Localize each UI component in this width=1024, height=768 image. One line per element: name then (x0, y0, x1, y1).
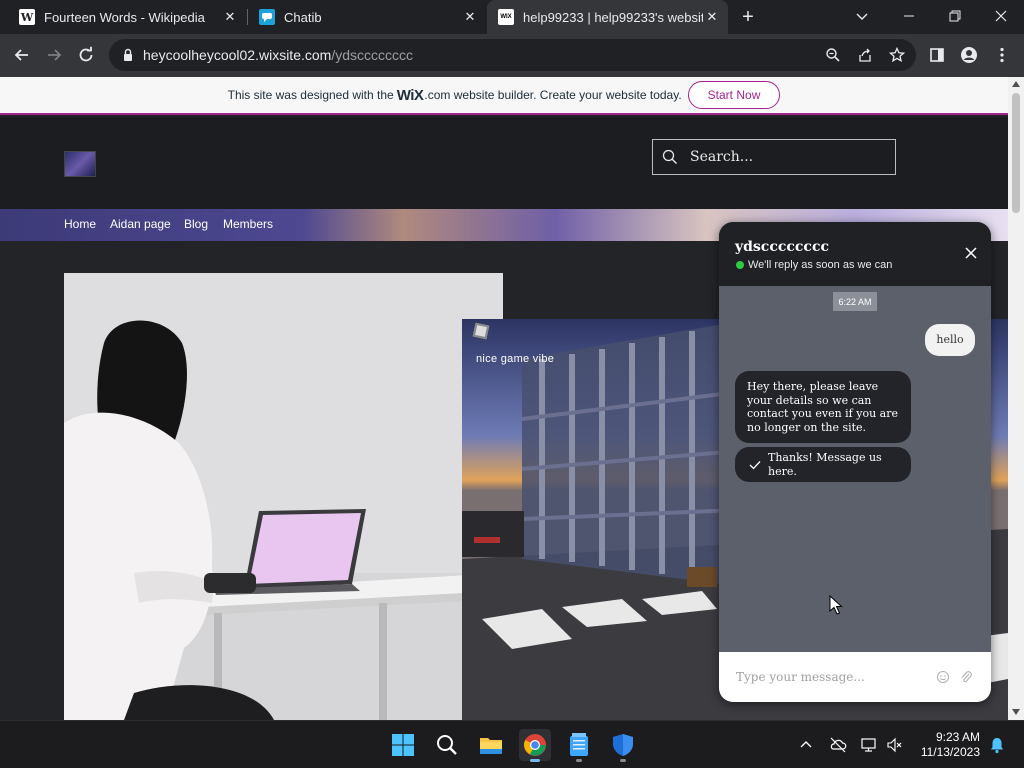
site-header: Search... (0, 117, 1008, 209)
start-now-button[interactable]: Start Now (687, 81, 781, 109)
wix-logo: WiX (396, 86, 424, 104)
tab-search-chevron-icon[interactable] (855, 9, 869, 28)
close-chat-icon[interactable] (963, 245, 979, 261)
url-host: heycoolheycool02.wixsite.com (143, 47, 332, 63)
site-message: Hey there, please leave your details so … (735, 371, 911, 443)
windows-taskbar: 9:23 AM 11/13/2023 (0, 720, 1024, 768)
hero-photo-woman-laptop (64, 273, 503, 720)
web-page: This site was designed with the WiX .com… (0, 77, 1008, 720)
site-logo[interactable] (64, 151, 96, 177)
system-clock[interactable]: 9:23 AM 11/13/2023 (916, 730, 980, 760)
wix-promo-banner: This site was designed with the WiX .com… (0, 77, 1008, 115)
address-bar[interactable]: heycoolheycool02.wixsite.com/ydscccccccc (109, 39, 916, 71)
side-panel-icon[interactable] (923, 41, 951, 69)
close-window-icon[interactable] (993, 8, 1009, 29)
running-indicator (620, 759, 626, 762)
chat-status-text: We'll reply as soon as we can (748, 259, 893, 271)
scroll-down-arrow-icon[interactable] (1012, 709, 1020, 715)
banner-text-after: .com website builder. Create your websit… (424, 88, 682, 102)
running-indicator (576, 759, 582, 762)
chat-header: ydscccccccc We'll reply as soon as we ca… (719, 222, 991, 286)
chrome-browser-icon[interactable] (519, 729, 551, 762)
tab-wix-site[interactable]: WIX help99233 | help99233's website ✕ (487, 0, 728, 34)
woman-laptop-illustration (64, 273, 503, 720)
online-status-dot-icon (736, 261, 744, 269)
close-tab-icon[interactable]: ✕ (704, 9, 720, 25)
start-windows-icon[interactable] (387, 729, 419, 761)
profile-avatar-icon[interactable] (955, 41, 983, 69)
close-tab-icon[interactable]: ✕ (222, 9, 238, 25)
windows-security-shield-icon[interactable] (607, 729, 639, 762)
chat-status: We'll reply as soon as we can (736, 259, 892, 271)
close-tab-icon[interactable]: ✕ (462, 9, 478, 25)
lock-icon[interactable] (121, 48, 135, 62)
scroll-up-arrow-icon[interactable] (1012, 81, 1020, 87)
tab-title: Chatib (284, 9, 322, 25)
nav-home[interactable]: Home (64, 217, 96, 231)
restore-window-icon[interactable] (948, 9, 962, 28)
scrollbar-thumb[interactable] (1012, 93, 1020, 213)
emoji-icon[interactable] (936, 670, 950, 684)
new-tab-plus-icon[interactable]: + (738, 7, 758, 27)
message-timestamp: 6:22 AM (833, 292, 877, 311)
attachment-paperclip-icon[interactable] (959, 670, 973, 684)
reload-icon[interactable] (72, 41, 100, 69)
search-placeholder: Search... (690, 149, 754, 165)
menu-kebab-icon[interactable] (988, 41, 1016, 69)
volume-muted-icon[interactable] (886, 736, 904, 754)
banner-text: This site was designed with the (227, 88, 394, 102)
gallery-caption: nice game vibe (476, 353, 555, 365)
show-hidden-icons-chevron-icon[interactable] (797, 736, 815, 754)
clock-date: 11/13/2023 (920, 745, 980, 759)
wikipedia-favicon-icon: W (19, 9, 35, 25)
chatib-favicon-icon (259, 9, 275, 25)
tab-wikipedia[interactable]: W Fourteen Words - Wikipedia ✕ (0, 0, 246, 34)
nav-blog[interactable]: Blog (184, 217, 208, 231)
back-arrow-icon[interactable] (8, 41, 36, 69)
bookmark-star-icon[interactable] (889, 47, 905, 63)
share-icon[interactable] (857, 47, 873, 63)
network-monitor-icon[interactable] (861, 736, 879, 754)
site-search-input[interactable]: Search... (652, 139, 896, 175)
url-text[interactable]: heycoolheycool02.wixsite.com/ydscccccccc (143, 47, 413, 63)
file-explorer-folder-icon[interactable] (475, 729, 507, 761)
browser-toolbar: heycoolheycool02.wixsite.com/ydscccccccc (0, 34, 1024, 77)
mouse-cursor-icon (829, 595, 843, 615)
game-logo-icon (472, 322, 490, 340)
page-scrollbar[interactable] (1008, 77, 1024, 720)
url-path: /ydscccccccc (331, 47, 414, 63)
chat-contact-name: ydscccccccc (735, 239, 830, 255)
onedrive-cloud-icon[interactable] (829, 736, 847, 754)
chat-input-placeholder: Type your message... (736, 670, 865, 684)
clock-time: 9:23 AM (935, 730, 980, 744)
notepad-icon[interactable] (563, 729, 595, 762)
visitor-message: hello (925, 324, 975, 356)
site-message-text: Thanks! Message us here. (768, 451, 882, 478)
chat-message-input[interactable]: Type your message... (719, 652, 991, 702)
nav-aidan-page[interactable]: Aidan page (110, 217, 171, 231)
forward-arrow-icon[interactable] (40, 41, 68, 69)
tab-chatib[interactable]: Chatib ✕ (248, 0, 486, 34)
nav-members[interactable]: Members (223, 217, 273, 231)
checkmark-icon (749, 460, 761, 469)
zoom-icon[interactable] (825, 47, 841, 63)
tab-title: Fourteen Words - Wikipedia (44, 9, 205, 25)
notification-bell-icon[interactable] (988, 736, 1006, 754)
wix-favicon-icon: WIX (498, 9, 514, 25)
chat-messages[interactable]: 6:22 AM hello Hey there, please leave yo… (719, 286, 991, 652)
running-indicator (530, 759, 540, 762)
search-icon (662, 149, 677, 164)
tab-strip: W Fourteen Words - Wikipedia ✕ Chatib ✕ … (0, 0, 1024, 34)
tab-title: help99233 | help99233's website (523, 9, 703, 25)
site-message-cta[interactable]: Thanks! Message us here. (735, 447, 911, 482)
search-icon[interactable] (431, 729, 463, 761)
minimize-window-icon[interactable] (902, 9, 916, 28)
chat-widget: ydscccccccc We'll reply as soon as we ca… (719, 222, 991, 702)
